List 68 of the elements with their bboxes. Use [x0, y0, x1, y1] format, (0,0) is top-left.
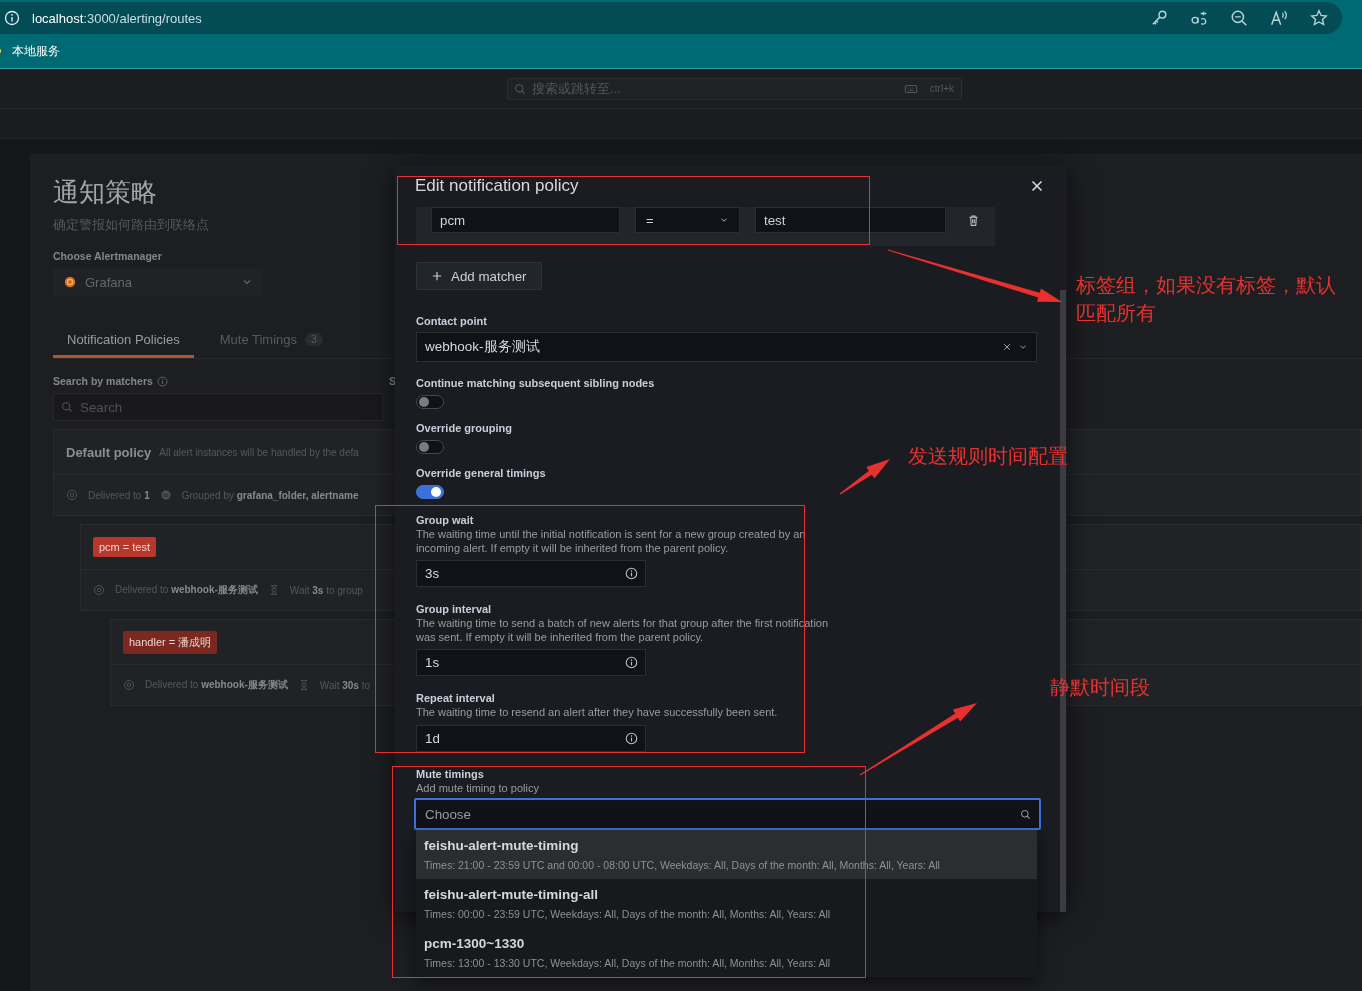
matcher-tag: pcm = test [93, 537, 157, 557]
field-label: Contact point [416, 314, 488, 329]
duration-field[interactable]: 1s [416, 649, 646, 676]
field-label: S [389, 375, 396, 387]
info-icon [625, 567, 638, 580]
at-icon [66, 489, 78, 501]
field-label: Repeat interval [416, 691, 496, 706]
annotation-text: 发送规则时间配置 [908, 444, 1069, 469]
clear-icon[interactable] [1002, 342, 1012, 352]
matcher-tag: handler = 潘成明 [123, 630, 218, 654]
at-icon [123, 679, 135, 691]
key-icon[interactable] [1150, 9, 1168, 27]
info-icon [625, 656, 638, 669]
close-icon [1029, 178, 1045, 194]
dropdown-option[interactable]: feishu-alert-mute-timing-all Times: 00:00 - 23:59 UTC, Weekdays: All, Days of the month: All, Months: All, Years: All [416, 879, 1037, 928]
duration-field[interactable]: 1d [416, 724, 646, 752]
field-label: Group interval [416, 602, 493, 617]
option-name: pcm-1300~1330 [424, 935, 526, 953]
info-icon [625, 731, 638, 745]
group-icon [159, 489, 172, 501]
option-name: feishu-alert-mute-timing-all [424, 886, 599, 904]
search-icon [514, 82, 526, 95]
close-button[interactable] [1029, 178, 1045, 194]
option-name: feishu-alert-mute-timing [424, 837, 580, 855]
policy-title: Default policy [66, 444, 152, 460]
at-icon [93, 584, 105, 596]
value-field[interactable]: test [755, 207, 946, 233]
label-field[interactable]: pcm [431, 207, 620, 233]
info-icon [156, 375, 168, 387]
translate-icon[interactable] [1190, 9, 1208, 27]
info-icon[interactable] [4, 10, 20, 26]
annotation-text: 静默时间段 [1050, 675, 1151, 700]
page-title: 通知策略 [53, 176, 157, 208]
annotation-arrow [839, 459, 890, 495]
field-label: Continue matching subsequent sibling nodes [416, 376, 656, 391]
toggle-switch[interactable] [416, 485, 444, 499]
field-description: Add mute timing to policy [416, 781, 540, 795]
operator-select[interactable]: = [635, 207, 740, 233]
contact-point-select[interactable]: webhook-服务测试 [416, 332, 1037, 362]
star-icon[interactable] [1310, 9, 1328, 27]
read-aloud-icon[interactable] [1270, 9, 1288, 27]
dialog-title: Edit notification policy [415, 176, 579, 196]
field-label: Group wait [416, 513, 475, 528]
duration-field[interactable]: 3s [416, 560, 646, 587]
zoom-out-icon[interactable] [1230, 9, 1248, 27]
toggle-switch[interactable] [416, 395, 444, 409]
bookmark-link[interactable]: 本地服务 [12, 42, 60, 60]
search-field[interactable]: Search [53, 393, 383, 421]
plus-icon [431, 270, 443, 282]
add-matcher-button[interactable]: Add matcher [416, 262, 542, 290]
trash-icon [967, 213, 980, 227]
field-description: The waiting time to resend an alert after they have successfully been sent. [416, 706, 779, 720]
tab[interactable]: Notification Policies [53, 332, 194, 358]
grafana-logo-icon [63, 275, 77, 289]
url-text[interactable]: localhost:3000/alerting/routes [32, 10, 202, 26]
search-icon [61, 401, 73, 413]
option-details: Times: 00:00 - 23:59 UTC, Weekdays: All, Days of the month: All, Months: All, Years: All [424, 907, 832, 922]
toggle-switch[interactable] [416, 440, 444, 454]
field-label: Search by matchers [53, 375, 153, 387]
field-label: Override grouping [416, 421, 513, 436]
field-label: Mute timings [416, 766, 485, 782]
field-label: Override general timings [416, 466, 547, 481]
mute-timing-field[interactable]: Choose [414, 798, 1041, 830]
field-label: Choose Alertmanager [53, 250, 163, 262]
annotation-text: 标签组，如果没有标签，默认匹配所有 [1076, 273, 1337, 326]
option-details: Times: 13:00 - 13:30 UTC, Weekdays: All, Days of the month: All, Months: All, Years: All [424, 956, 832, 971]
dropdown-option[interactable]: pcm-1300~1330 Times: 13:00 - 13:30 UTC, Weekdays: All, Days of the month: All, Months: All, Years: All [416, 928, 1037, 977]
search-icon [1020, 809, 1031, 820]
